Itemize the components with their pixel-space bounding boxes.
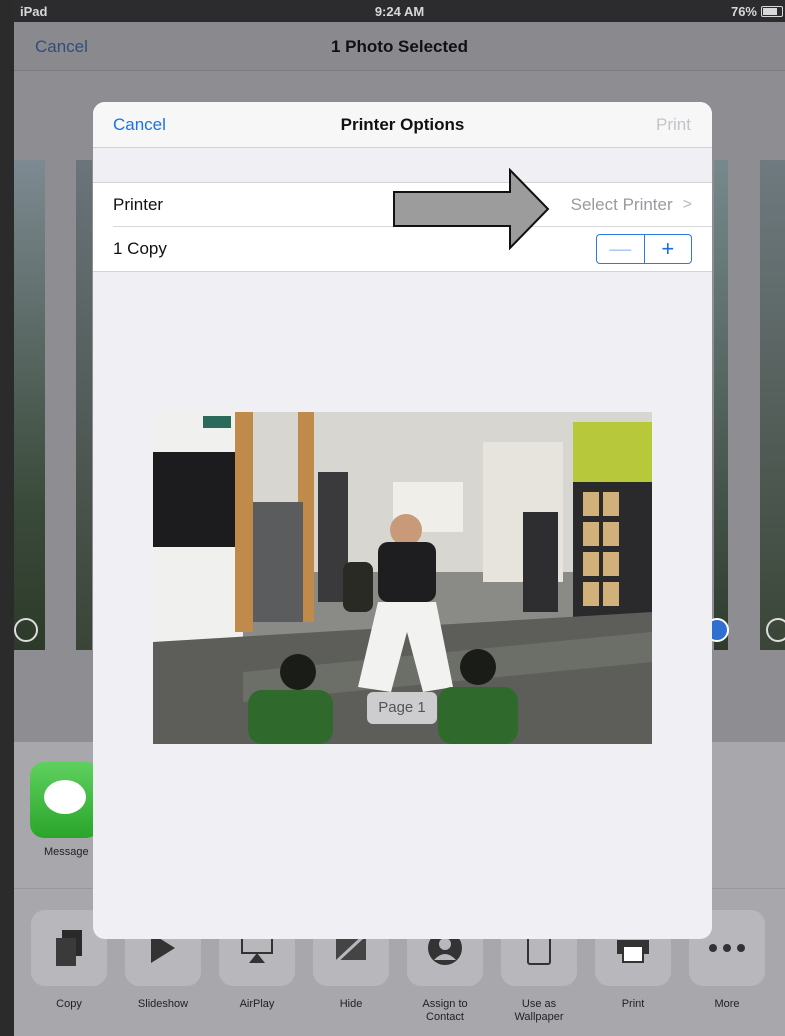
photo-thumbnail[interactable] — [760, 160, 785, 650]
battery-icon — [761, 6, 783, 17]
message-app-button[interactable] — [30, 762, 100, 838]
photo-thumbnail[interactable] — [76, 160, 92, 650]
airplay-label: AirPlay — [239, 998, 275, 1010]
copy-icon — [56, 930, 82, 966]
background-nav-bar: Cancel 1 Photo Selected — [14, 22, 785, 71]
status-bar: iPad 9:24 AM 76% — [14, 0, 785, 22]
battery-percent: 76% — [730, 4, 757, 19]
page-number-badge: Page 1 — [367, 692, 437, 724]
print-preview-page[interactable]: Page 1 — [153, 412, 652, 744]
increment-copies-button[interactable]: + — [645, 235, 692, 263]
photo-thumbnail[interactable] — [714, 160, 728, 650]
print-label: Print — [621, 998, 645, 1010]
annotation-arrow-icon — [393, 168, 550, 250]
selection-circle-icon[interactable] — [14, 618, 38, 642]
wallpaper-label: Use as Wallpaper — [514, 998, 564, 1023]
print-button[interactable]: Print — [656, 115, 691, 135]
chevron-right-icon: > — [682, 196, 692, 213]
selection-circle-icon[interactable] — [766, 618, 785, 642]
more-icon — [709, 944, 745, 952]
left-edge-strip — [0, 0, 14, 1036]
select-printer-button[interactable]: Select Printer > — [571, 195, 692, 215]
hide-label: Hide — [339, 998, 363, 1010]
background-nav-title: 1 Photo Selected — [331, 37, 468, 56]
printer-options-title: Printer Options — [340, 115, 465, 134]
slideshow-label: Slideshow — [137, 998, 189, 1010]
copies-stepper[interactable]: — + — [596, 234, 692, 264]
printer-row-label: Printer — [113, 195, 164, 214]
assign-contact-label: Assign to Contact — [422, 998, 468, 1023]
photo-thumbnail[interactable] — [14, 160, 45, 650]
message-app-label: Message — [44, 846, 89, 858]
battery-indicator: 76% — [731, 4, 783, 19]
message-bubble-icon — [44, 780, 86, 814]
copies-label: 1 Copy — [113, 239, 167, 258]
copy-label: Copy — [56, 998, 82, 1010]
select-printer-label: Select Printer — [570, 195, 673, 214]
more-label: More — [714, 998, 740, 1010]
printer-options-header: Cancel Printer Options Print — [93, 102, 712, 148]
status-time: 9:24 AM — [374, 4, 425, 19]
decrement-copies-button[interactable]: — — [597, 235, 645, 263]
